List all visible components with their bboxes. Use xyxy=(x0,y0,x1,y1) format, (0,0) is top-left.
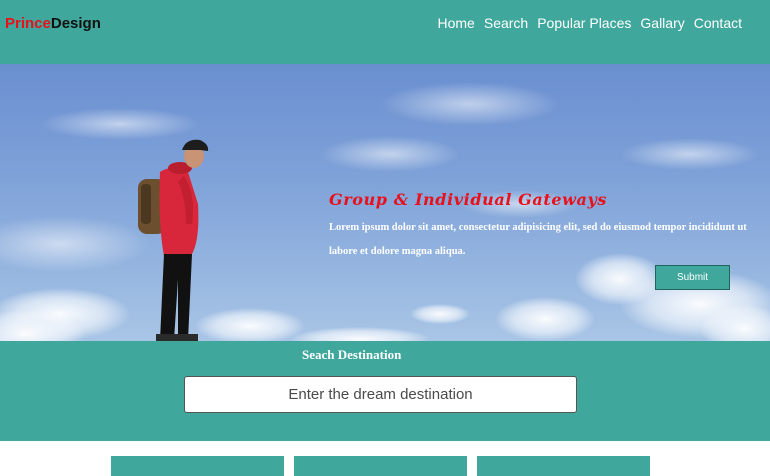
nav-link-popular-places[interactable]: Popular Places xyxy=(537,14,631,32)
hero-title: Group & Individual Gateways xyxy=(329,190,608,209)
top-header: PrinceDesign Home Search Popular Places … xyxy=(0,0,770,64)
nav-link-contact[interactable]: Contact xyxy=(694,14,742,32)
brand-name-part2: Design xyxy=(50,15,101,32)
nav-link-search[interactable]: Search xyxy=(484,14,528,32)
nav-link-home[interactable]: Home xyxy=(438,14,475,32)
brand-name-part1: Prince xyxy=(5,15,51,32)
search-section: Seach Destination xyxy=(0,341,770,441)
destination-card[interactable] xyxy=(294,456,467,476)
main-nav: Home Search Popular Places Gallary Conta… xyxy=(429,14,743,32)
brand-logo[interactable]: PrinceDesign xyxy=(5,15,101,33)
destination-card[interactable] xyxy=(477,456,650,476)
hero-description: Lorem ipsum dolor sit amet, consectetur … xyxy=(329,222,747,257)
hero-banner: Group & Individual Gateways Lorem ipsum … xyxy=(0,64,770,341)
search-heading: Seach Destination xyxy=(302,347,402,362)
destination-search-input[interactable] xyxy=(184,376,577,413)
nav-link-gallary[interactable]: Gallary xyxy=(640,14,684,32)
submit-button[interactable]: Submit xyxy=(655,265,730,290)
destination-card[interactable] xyxy=(111,456,284,476)
